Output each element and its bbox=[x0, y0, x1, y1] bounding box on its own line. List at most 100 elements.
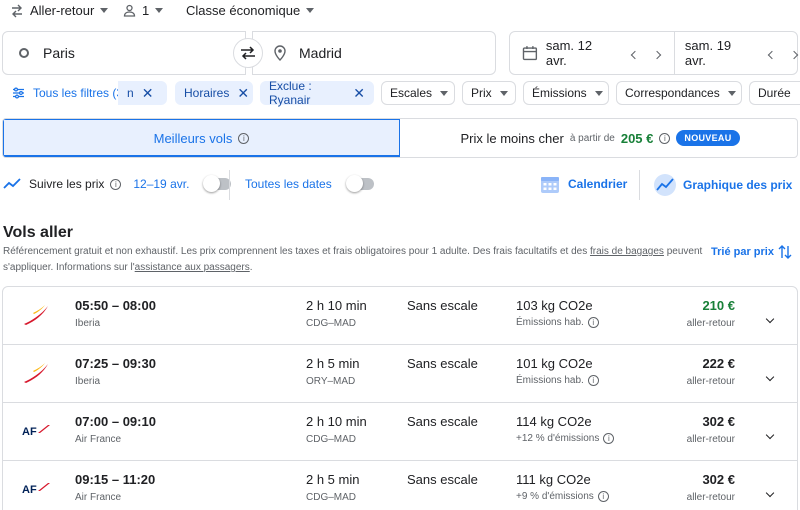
top-bar: Aller-retour 1 Classe économique bbox=[0, 0, 800, 24]
info-icon[interactable]: i bbox=[587, 317, 599, 328]
passengers-select[interactable]: 1 bbox=[123, 3, 164, 18]
filter-chip-truncated[interactable]: n ✕ bbox=[118, 81, 167, 105]
track-all-dates[interactable]: Toutes les dates bbox=[245, 175, 374, 192]
air-france-logo-icon: AF bbox=[22, 425, 50, 438]
iberia-logo-icon bbox=[24, 363, 48, 383]
sort-tabs: Meilleurs vols i Prix le moins cher à pa… bbox=[2, 118, 798, 158]
calendar-button[interactable]: Calendrier bbox=[540, 174, 627, 194]
info-icon[interactable]: i bbox=[110, 178, 122, 190]
expand-button[interactable] bbox=[765, 309, 775, 327]
passenger-assistance-link[interactable]: assistance aux passagers bbox=[135, 262, 250, 273]
flight-duration: 2 h 5 min bbox=[306, 472, 360, 487]
flight-stops: Sans escale bbox=[407, 472, 478, 487]
origin-value: Paris bbox=[43, 45, 75, 61]
cabin-label: Classe économique bbox=[186, 3, 301, 18]
flight-row[interactable]: 07:25 – 09:30 Iberia 2 h 5 min ORY–MAD S… bbox=[3, 345, 797, 403]
cabin-select[interactable]: Classe économique bbox=[186, 3, 315, 18]
chevron-down-icon bbox=[765, 372, 775, 382]
flight-airline: Iberia bbox=[75, 318, 101, 329]
tab-cheapest[interactable]: Prix le moins cher à partir de 205 € i N… bbox=[401, 119, 797, 157]
chevron-right-icon bbox=[652, 50, 662, 59]
depart-date[interactable]: sam. 12 avr. bbox=[546, 38, 616, 68]
return-prev-button[interactable] bbox=[767, 46, 777, 61]
info-icon[interactable]: i bbox=[587, 375, 599, 386]
dropdown-arrow-icon bbox=[155, 8, 164, 13]
person-icon bbox=[123, 4, 136, 17]
price-graph-label: Graphique des prix bbox=[683, 178, 793, 192]
dropdown-arrow-icon bbox=[727, 90, 736, 96]
all-filters-label: Tous les filtres (3) bbox=[33, 86, 128, 100]
flight-price-type: aller-retour bbox=[686, 434, 735, 445]
depart-prev-button[interactable] bbox=[630, 46, 640, 61]
close-icon[interactable]: ✕ bbox=[142, 86, 154, 100]
divider bbox=[673, 31, 675, 75]
flight-airline: Air France bbox=[75, 492, 122, 503]
trip-type-label: Aller-retour bbox=[30, 3, 95, 18]
filter-chip-label: n bbox=[127, 86, 134, 100]
results-disclaimer: Référencement gratuit et non exhaustif. … bbox=[3, 244, 703, 276]
flight-stops: Sans escale bbox=[407, 414, 478, 429]
price-graph-button[interactable]: Graphique des prix bbox=[653, 173, 792, 197]
depart-next-button[interactable] bbox=[652, 46, 662, 61]
dropdown-arrow-icon bbox=[100, 8, 109, 13]
return-date[interactable]: sam. 19 avr. bbox=[685, 38, 755, 68]
track-dates-toggle[interactable] bbox=[203, 175, 232, 192]
flight-emissions: +12 % d'émissions i bbox=[516, 433, 615, 444]
date-range-field[interactable]: sam. 12 avr. sam. 19 avr. bbox=[509, 31, 799, 75]
svg-text:AF: AF bbox=[22, 426, 37, 438]
info-icon[interactable]: i bbox=[597, 491, 609, 502]
filter-duree[interactable]: Durée bbox=[749, 81, 800, 105]
origin-field[interactable]: Paris bbox=[2, 31, 246, 75]
track-label: Suivre les prix bbox=[29, 177, 105, 191]
location-pin-icon bbox=[274, 45, 286, 61]
filter-chip-label: Exclue : Ryanair bbox=[269, 79, 312, 107]
dropdown-arrow-icon bbox=[499, 90, 508, 96]
trend-icon bbox=[3, 178, 21, 189]
flight-price: 302 € bbox=[702, 472, 735, 487]
flight-row[interactable]: AF 09:15 – 11:20 Air France 2 h 5 min CD… bbox=[3, 461, 797, 510]
track-prices[interactable]: Suivre les prix i 12–19 avr. bbox=[3, 175, 232, 192]
destination-field[interactable]: Madrid bbox=[252, 31, 496, 75]
close-icon[interactable]: ✕ bbox=[353, 86, 365, 100]
flight-row[interactable]: 05:50 – 08:00 Iberia 2 h 10 min CDG–MAD … bbox=[3, 287, 797, 345]
trip-type-select[interactable]: Aller-retour bbox=[10, 3, 109, 18]
flight-co2: 114 kg CO2e bbox=[516, 414, 592, 429]
chevron-left-icon bbox=[767, 50, 777, 59]
close-icon[interactable]: ✕ bbox=[237, 86, 249, 100]
info-icon[interactable]: i bbox=[238, 132, 250, 144]
air-france-logo-icon: AF bbox=[22, 483, 50, 496]
calendar-icon bbox=[522, 46, 538, 61]
destination-value: Madrid bbox=[299, 45, 342, 61]
expand-button[interactable] bbox=[765, 483, 775, 501]
filter-correspondances[interactable]: Correspondances bbox=[616, 81, 742, 105]
filter-emissions[interactable]: Émissions bbox=[523, 81, 609, 105]
swap-button[interactable] bbox=[233, 38, 263, 68]
filter-escales[interactable]: Escales bbox=[381, 81, 455, 105]
filter-chip-horaires[interactable]: Horaires ✕ bbox=[175, 81, 253, 105]
flight-row[interactable]: AF 07:00 – 09:10 Air France 2 h 10 min C… bbox=[3, 403, 797, 461]
flight-price: 222 € bbox=[702, 356, 735, 371]
flight-emissions: Émissions hab. i bbox=[516, 375, 599, 386]
iberia-logo-icon bbox=[24, 305, 48, 325]
chevron-down-icon bbox=[765, 430, 775, 440]
return-next-button[interactable] bbox=[789, 46, 799, 61]
info-icon[interactable]: i bbox=[659, 132, 671, 144]
tab-best-flights[interactable]: Meilleurs vols i bbox=[3, 119, 400, 157]
flight-co2: 111 kg CO2e bbox=[516, 472, 591, 487]
all-dates-toggle[interactable] bbox=[345, 175, 374, 192]
filter-label: Correspondances bbox=[625, 86, 720, 100]
flight-duration: 2 h 10 min bbox=[306, 414, 367, 429]
expand-button[interactable] bbox=[765, 367, 775, 385]
disclaimer-text: Référencement gratuit et non exhaustif. … bbox=[3, 246, 590, 257]
expand-button[interactable] bbox=[765, 425, 775, 443]
tab-label: Meilleurs vols bbox=[153, 130, 233, 146]
filter-chip-exclude[interactable]: Exclue : Ryanair ✕ bbox=[260, 79, 374, 107]
disclaimer-text: . bbox=[249, 262, 253, 273]
flight-list: 05:50 – 08:00 Iberia 2 h 10 min CDG–MAD … bbox=[2, 286, 798, 510]
info-icon[interactable]: i bbox=[603, 433, 615, 444]
sort-button[interactable]: Trié par prix bbox=[711, 244, 792, 260]
flight-duration: 2 h 10 min bbox=[306, 298, 367, 313]
filter-label: Émissions bbox=[532, 86, 587, 100]
filter-prix[interactable]: Prix bbox=[462, 81, 516, 105]
baggage-fees-link[interactable]: frais de bagages bbox=[590, 246, 664, 257]
